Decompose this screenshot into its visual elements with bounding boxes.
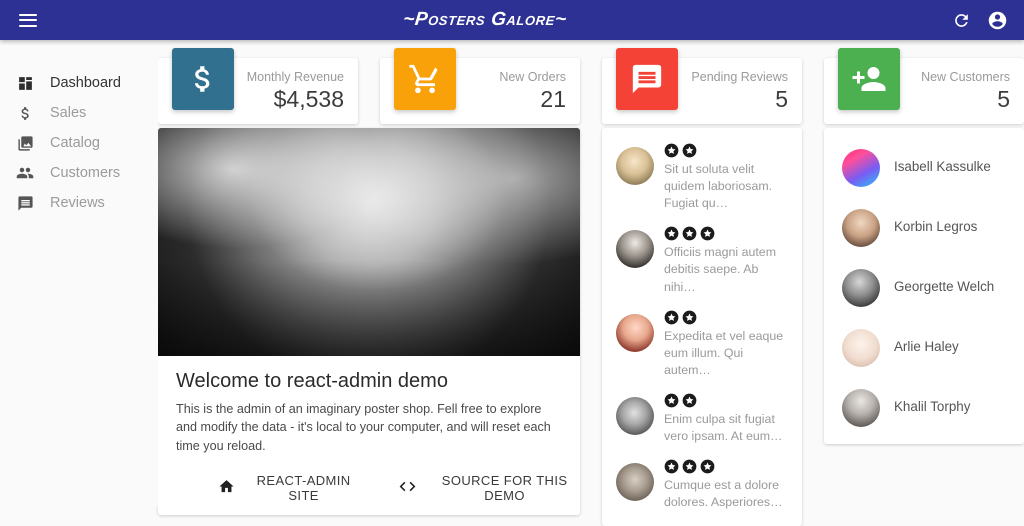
stat-label: Pending Reviews [691, 69, 788, 84]
comment-icon [616, 48, 678, 110]
avatar [842, 269, 880, 307]
avatar [616, 147, 654, 185]
dashboard-content: Monthly Revenue $4,538 Welcome to react-… [158, 40, 1024, 526]
welcome-actions: REACT-ADMIN SITE SOURCE FOR THIS DEMO [158, 459, 580, 515]
sidebar-item-label: Reviews [50, 194, 105, 211]
avatar [616, 463, 654, 502]
sidebar-item-label: Sales [50, 104, 87, 121]
review-text: Enim culpa sit fugiat vero ipsam. At eum… [664, 411, 783, 444]
list-item[interactable]: Korbin Legros [824, 196, 1024, 256]
sidebar-item-catalog[interactable]: Catalog [0, 128, 158, 158]
shopping-cart-icon [394, 48, 456, 110]
code-icon [398, 477, 417, 499]
sidebar: Dashboard Sales Catalog Customers Review… [0, 40, 158, 507]
stat-value: $4,538 [273, 85, 344, 112]
button-label: REACT-ADMIN SITE [256, 472, 351, 503]
star-rating [664, 310, 790, 325]
app-bar: ~Posters Galore~ [0, 0, 1024, 40]
customer-name: Arlie Haley [894, 338, 959, 354]
stat-label: Monthly Revenue [246, 69, 344, 84]
welcome-title: Welcome to react-admin demo [176, 370, 448, 392]
sidebar-item-label: Customers [50, 164, 121, 181]
stat-card-monthly-revenue[interactable]: Monthly Revenue $4,538 [158, 40, 358, 124]
collections-image-icon [14, 132, 36, 154]
react-admin-site-button[interactable]: REACT-ADMIN SITE [218, 473, 360, 503]
column-reviews: Pending Reviews 5 Sit ut soluta velit qu… [602, 40, 802, 526]
customer-name: Khalil Torphy [894, 398, 971, 414]
home-icon [218, 478, 235, 498]
star-rating [664, 393, 790, 408]
avatar [616, 313, 654, 352]
new-customers-list: Isabell Kassulke Korbin Legros Georgette… [824, 128, 1024, 444]
stat-value: 5 [997, 85, 1010, 112]
stat-card-new-customers[interactable]: New Customers 5 [824, 40, 1024, 124]
hamburger-menu-icon[interactable] [19, 13, 37, 27]
dollar-icon [172, 48, 234, 110]
avatar [842, 329, 880, 367]
list-item[interactable]: Isabell Kassulke [824, 136, 1024, 196]
list-item[interactable]: Khalil Torphy [824, 376, 1024, 436]
button-label: SOURCE FOR THIS DEMO [441, 472, 568, 503]
list-item[interactable]: Arlie Haley [824, 316, 1024, 376]
page-title: ~Posters Galore~ [402, 9, 568, 30]
welcome-text: This is the admin of an imaginary poster… [176, 402, 551, 453]
review-text: Expedita et vel eaque eum illum. Qui aut… [664, 328, 784, 377]
source-for-this-demo-button[interactable]: SOURCE FOR THIS DEMO [398, 473, 580, 503]
column-orders: New Orders 21 [380, 40, 580, 124]
star-rating [664, 143, 790, 158]
people-icon [14, 162, 36, 184]
list-item[interactable]: Sit ut soluta velit quidem laboriosam. F… [602, 136, 802, 219]
person-add-icon [838, 48, 900, 110]
avatar [616, 230, 654, 269]
welcome-photo [158, 128, 580, 356]
avatar [842, 389, 880, 427]
welcome-card: Welcome to react-admin demo This is the … [158, 128, 580, 515]
sidebar-item-customers[interactable]: Customers [0, 158, 158, 188]
customer-name: Korbin Legros [894, 218, 978, 234]
star-rating [664, 459, 790, 474]
customer-name: Isabell Kassulke [894, 158, 991, 174]
column-revenue: Monthly Revenue $4,538 Welcome to react-… [158, 40, 580, 515]
dashboard-icon [14, 72, 36, 94]
review-text: Sit ut soluta velit quidem laboriosam. F… [664, 162, 773, 211]
stat-label: New Orders [499, 69, 566, 84]
account-circle-icon[interactable] [987, 10, 1008, 31]
list-item[interactable]: Georgette Welch [824, 256, 1024, 316]
comment-icon [14, 192, 36, 214]
pending-reviews-list: Sit ut soluta velit quidem laboriosam. F… [602, 128, 802, 526]
avatar [842, 209, 880, 247]
avatar [842, 149, 880, 187]
list-item[interactable]: Expedita et vel eaque eum illum. Qui aut… [602, 303, 802, 386]
sidebar-item-sales[interactable]: Sales [0, 98, 158, 128]
stat-card-pending-reviews[interactable]: Pending Reviews 5 [602, 40, 802, 124]
stat-value: 5 [775, 85, 788, 112]
menu-button-wrap [0, 13, 56, 27]
refresh-icon[interactable] [952, 11, 971, 30]
sidebar-item-label: Catalog [50, 134, 100, 151]
stat-label: New Customers [921, 69, 1010, 84]
list-item[interactable]: Cumque est a dolore dolores. Asperiores… [602, 452, 802, 518]
review-text: Cumque est a dolore dolores. Asperiores… [664, 478, 783, 510]
stat-value: 21 [540, 85, 566, 112]
sidebar-item-label: Dashboard [50, 74, 121, 91]
list-item[interactable]: Officiis magni autem debitis saepe. Ab n… [602, 219, 802, 302]
star-rating [664, 226, 790, 241]
customer-name: Georgette Welch [894, 278, 995, 294]
stat-card-new-orders[interactable]: New Orders 21 [380, 40, 580, 124]
review-text: Officiis magni autem debitis saepe. Ab n… [664, 245, 777, 294]
app-bar-actions [914, 10, 1024, 31]
avatar [616, 396, 654, 435]
sidebar-item-dashboard[interactable]: Dashboard [0, 68, 158, 98]
column-customers: New Customers 5 Isabell Kassulke Korbin … [824, 40, 1024, 444]
sidebar-item-reviews[interactable]: Reviews [0, 188, 158, 218]
list-item[interactable]: Enim culpa sit fugiat vero ipsam. At eum… [602, 386, 802, 452]
dollar-icon [14, 102, 36, 124]
